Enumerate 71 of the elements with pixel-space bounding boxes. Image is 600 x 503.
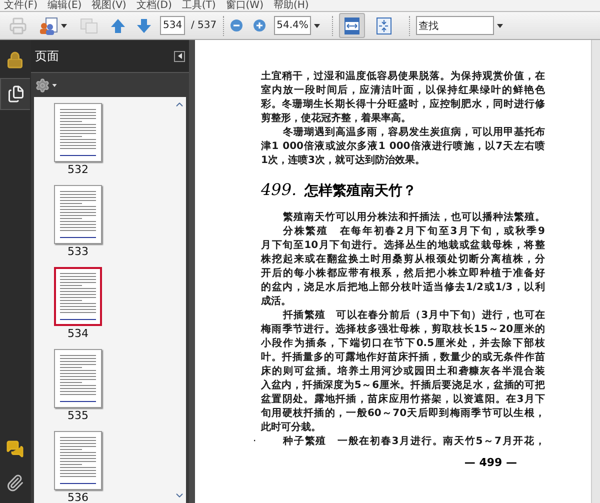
margin-mark: · (253, 435, 256, 449)
zoom-in-icon (252, 19, 266, 32)
lock-icon (6, 51, 24, 69)
body-text-line: 入盆内，扦插深度为5～6厘米。扦插后要浇足水，盆插的可把 (261, 379, 545, 393)
page-thumbnail[interactable] (54, 267, 102, 326)
body-text-line: 种子繁殖 一般在初春3月进行。南天竹5～7月开花， (282, 435, 545, 449)
page-number-label: 533 (68, 245, 88, 259)
zoom-out-button[interactable] (230, 19, 243, 32)
caret-icon (496, 24, 503, 28)
body-text-line: 室内放一段时间后，应清洁叶面，以保持红果绿叶的鲜艳色 (261, 84, 545, 98)
down-arrow-icon (136, 18, 152, 34)
page-thumbnail[interactable] (54, 185, 102, 244)
body-text-line: 冬珊瑚遇到高温多雨，容易发生炭疽病，可以用甲基托布 (282, 126, 545, 140)
side-tab[interactable] (0, 78, 30, 110)
section-number: 499. (261, 181, 297, 199)
page-number-field[interactable]: 534 (160, 16, 185, 35)
page-number-label: 534 (68, 327, 88, 341)
zoom-in-button[interactable] (252, 19, 266, 32)
people-document-icon (39, 16, 59, 34)
collapse-panel-button[interactable] (174, 50, 185, 62)
menu-item[interactable]: 工具(T) (182, 0, 216, 11)
body-text-line: 分株繁殖 在每年初春2月下旬至3月下旬，或秋季9 (282, 225, 545, 239)
page-count: / 537 (191, 19, 217, 33)
zoom-out-icon (230, 19, 243, 32)
speech-bubbles-icon (6, 440, 24, 458)
menu-item[interactable]: 视图(V) (92, 0, 126, 11)
options-button[interactable] (35, 78, 57, 92)
body-text-line: 小段作为插条，下端切口在节下0.5厘米处，并去除下部枝 (261, 337, 545, 351)
gear-icon (35, 78, 50, 92)
left-triangle-icon (178, 53, 182, 59)
body-text-line: 叶。扦插量多的可露地作好苗床扦插，数量少的或无条件作苗 (261, 351, 545, 365)
menu-item[interactable]: 编辑(E) (48, 0, 82, 11)
body-text-line: 剪整形，使花冠齐整，着果率高。 (261, 112, 412, 126)
fit-width-icon (344, 16, 360, 34)
fit-page-icon (376, 16, 392, 34)
caret-icon (52, 84, 57, 86)
body-text-line: 株挖起来或在翻盆换土时用桑剪从根颈处切断分离植株，分 (261, 253, 545, 267)
body-text-line: 盆置阴处。露地扦插，苗床应用竹搭架，以资遮阳。在3月下 (261, 393, 545, 407)
body-text-line: 彩。冬珊瑚生长期长得十分旺盛时，应控制肥水，同时进行修 (261, 98, 545, 112)
documents-icon (79, 16, 99, 34)
body-text-line: 扦插繁殖 可以在春分前后（3月中下旬）进行，也可在 (282, 309, 545, 323)
pages-icon (6, 85, 24, 103)
body-text-line: 旬用硬枝扦插的，一般60～70天后即到梅雨季节可以生根， (261, 407, 545, 421)
paperclip-icon (6, 474, 24, 492)
page-footer-number: — 499 — (464, 456, 517, 470)
page-number-label: 535 (68, 409, 88, 423)
page-thumbnail[interactable] (54, 103, 102, 162)
caret-icon (314, 24, 320, 28)
section-heading: 怎样繁殖南天竹？ (304, 182, 417, 200)
menu-item[interactable]: 帮助(H) (273, 0, 309, 11)
page-number-label: 536 (68, 491, 88, 503)
document-scrollbar[interactable] (591, 40, 600, 503)
body-text-line: 的盆内，浇足水后把地上部分枝叶适当修去1/2或1/3，以利 (261, 281, 545, 295)
body-text-line: 床的则可盆插。培养土用河沙或园田土和砻糠灰各半混合装 (261, 365, 545, 379)
caret-icon (61, 24, 67, 28)
printer-icon (9, 16, 27, 34)
up-arrow-icon (110, 18, 126, 34)
panel-title: 页面 (35, 48, 59, 65)
body-text-line: 繁殖南天竹可以用分株法和扦插法，也可以播种法繁殖。 (282, 211, 545, 225)
body-text-line: 成活。 (261, 295, 292, 309)
page-number-label: 532 (68, 163, 88, 177)
page-thumbnail[interactable] (54, 431, 102, 490)
body-text-line: 津1 000倍液或波尔多液1 000倍液进行喷施，以7天左右喷 (261, 140, 545, 154)
body-text-line: 此时可分栽。 (261, 421, 322, 435)
body-text-line: 开后的每小株都应带有根系，然后把小株立即种植于准备好 (261, 267, 545, 281)
page-thumbnail[interactable] (54, 349, 102, 408)
body-text-line: 土宜稍干，过湿和温度低容易使果脱落。为保持观赏价值，在 (261, 70, 545, 84)
body-text-line: 1次，连喷3次，就可达到防治效果。 (261, 154, 426, 168)
body-text-line: 月下旬至10月下旬进行。选择丛生的地栽或盆栽母株，将整 (261, 239, 545, 253)
view-mode-button[interactable] (338, 13, 365, 38)
body-text-line: 梅雨季节进行。选择枝多强壮母株，剪取枝长15～20厘米的 (261, 323, 545, 337)
